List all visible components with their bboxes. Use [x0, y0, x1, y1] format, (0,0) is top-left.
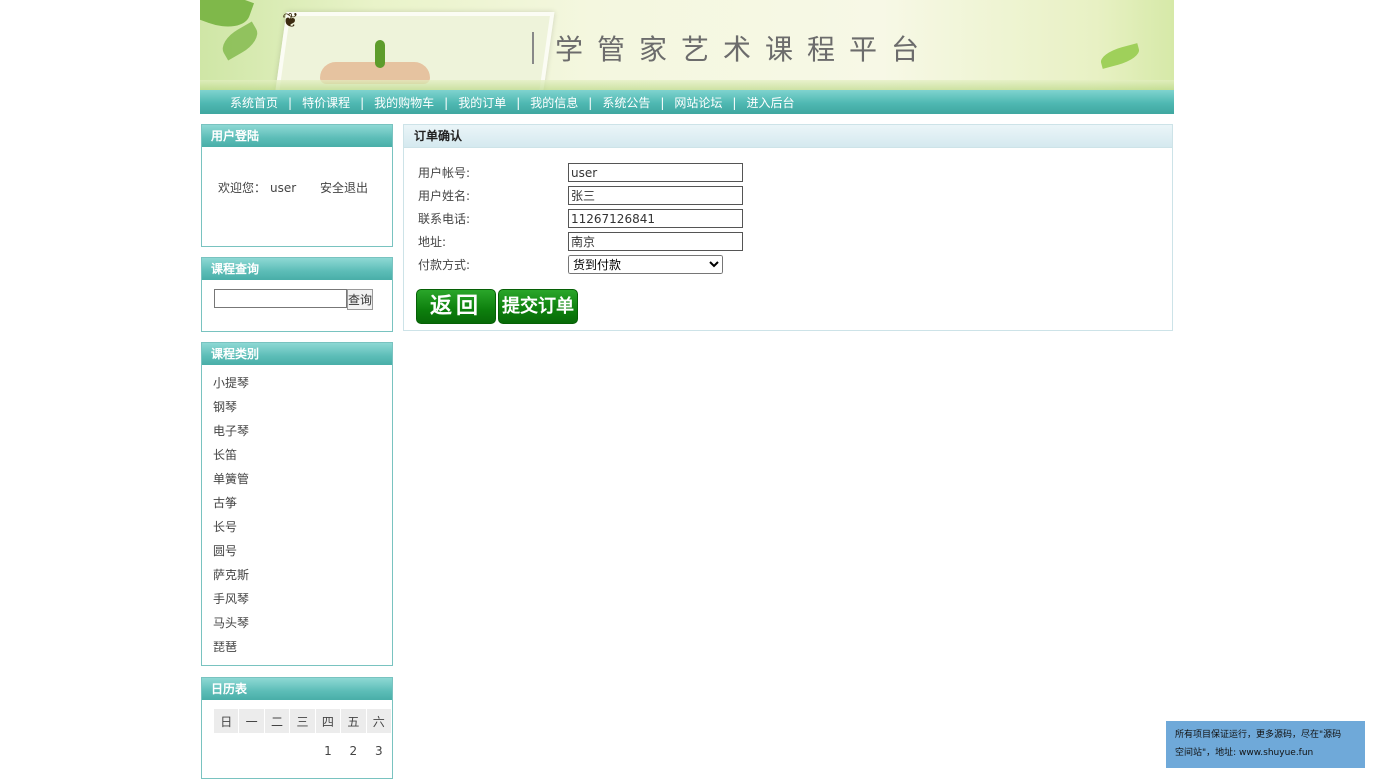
category-item[interactable]: 马头琴	[213, 611, 392, 635]
calendar-header: 日历表	[202, 678, 392, 700]
grass-decoration	[200, 80, 1174, 90]
payment-label: 付款方式:	[418, 258, 471, 272]
nav-item-specials[interactable]: 特价课程 |	[302, 94, 374, 111]
leaf-decoration	[217, 21, 263, 61]
category-header: 课程类别	[202, 343, 392, 365]
calendar-day	[290, 734, 314, 765]
username: user	[270, 181, 297, 195]
order-confirm-panel: 订单确认 用户帐号: 用户姓名: 联系电话: 地址: 付款方式: 货到付款 返回…	[403, 124, 1173, 331]
search-input[interactable]	[214, 289, 347, 308]
back-button[interactable]: 返回	[416, 289, 496, 324]
search-header: 课程查询	[202, 258, 392, 280]
order-header: 订单确认	[404, 125, 1172, 148]
address-field[interactable]	[568, 232, 743, 251]
weekday-header: 五	[341, 709, 366, 733]
category-item[interactable]: 圆号	[213, 539, 392, 563]
category-item[interactable]: 琵琶	[213, 635, 392, 659]
category-item[interactable]: 古筝	[213, 491, 392, 515]
submit-order-button[interactable]: 提交订单	[498, 289, 578, 324]
site-title: 学管家艺术课程平台	[555, 33, 934, 66]
category-box: 课程类别 小提琴 钢琴 电子琴 长笛 单簧管 古筝 长号 圆号 萨克斯 手风琴 …	[201, 342, 393, 666]
category-item[interactable]: 萨克斯	[213, 563, 392, 587]
category-item[interactable]: 长号	[213, 515, 392, 539]
calendar-day	[214, 734, 238, 765]
phone-label: 联系电话:	[418, 212, 471, 226]
butterfly-icon: ❦	[282, 8, 299, 32]
calendar-day	[265, 734, 289, 765]
logout-link[interactable]: 安全退出	[320, 181, 368, 195]
search-button[interactable]: 查询	[347, 289, 373, 310]
category-item[interactable]: 钢琴	[213, 395, 392, 419]
category-item[interactable]: 小提琴	[213, 371, 392, 395]
course-search-box: 课程查询 查询	[201, 257, 393, 332]
category-item[interactable]: 长笛	[213, 443, 392, 467]
weekday-header: 四	[315, 709, 341, 733]
calendar-day[interactable]: 1	[316, 734, 340, 765]
nav-item-admin[interactable]: 进入后台	[746, 94, 794, 111]
calendar-day[interactable]: 3	[367, 734, 391, 765]
calendar-day[interactable]: 2	[341, 734, 365, 765]
category-item[interactable]: 单簧管	[213, 467, 392, 491]
nav-item-forum[interactable]: 网站论坛 |	[674, 94, 746, 111]
phone-field[interactable]	[568, 209, 743, 228]
sprout-decoration	[375, 40, 385, 68]
banner-divider	[532, 32, 534, 64]
calendar-table: 日 一 二 三 四 五 六 1 2 3	[213, 708, 392, 766]
weekday-header: 日	[214, 709, 239, 733]
source-notice: 所有项目保证运行，更多源码，尽在"源码 空间站"，地址: www.shuyue.…	[1166, 721, 1365, 768]
category-item[interactable]: 电子琴	[213, 419, 392, 443]
calendar-day	[239, 734, 263, 765]
calendar-box: 日历表 日 一 二 三 四 五 六 1 2 3	[201, 677, 393, 779]
account-field[interactable]	[568, 163, 743, 182]
weekday-header: 三	[290, 709, 315, 733]
account-label: 用户帐号:	[418, 166, 471, 180]
weekday-header: 二	[264, 709, 290, 733]
login-header: 用户登陆	[202, 125, 392, 147]
nav-item-announcements[interactable]: 系统公告 |	[602, 94, 674, 111]
address-label: 地址:	[418, 235, 447, 249]
name-label: 用户姓名:	[418, 189, 471, 203]
weekday-header: 六	[366, 709, 391, 733]
nav-item-cart[interactable]: 我的购物车 |	[374, 94, 458, 111]
welcome-text: 欢迎您： user 安全退出	[218, 181, 369, 195]
leaf-decoration	[1098, 43, 1142, 69]
page-wrapper: ❦ 学管家艺术课程平台 系统首页 | 特价课程 | 我的购物车 | 我的订单 | 我的信…	[200, 0, 1174, 779]
banner: ❦ 学管家艺术课程平台	[200, 0, 1174, 90]
category-item[interactable]: 手风琴	[213, 587, 392, 611]
payment-select[interactable]: 货到付款	[568, 255, 723, 274]
nav-item-orders[interactable]: 我的订单 |	[458, 94, 530, 111]
nav-item-home[interactable]: 系统首页 |	[230, 94, 302, 111]
login-box: 用户登陆 欢迎您： user 安全退出	[201, 124, 393, 247]
weekday-header: 一	[239, 709, 264, 733]
name-field[interactable]	[568, 186, 743, 205]
nav-item-profile[interactable]: 我的信息 |	[530, 94, 602, 111]
main-nav: 系统首页 | 特价课程 | 我的购物车 | 我的订单 | 我的信息 | 系统公告 | 网站论…	[200, 90, 1174, 114]
